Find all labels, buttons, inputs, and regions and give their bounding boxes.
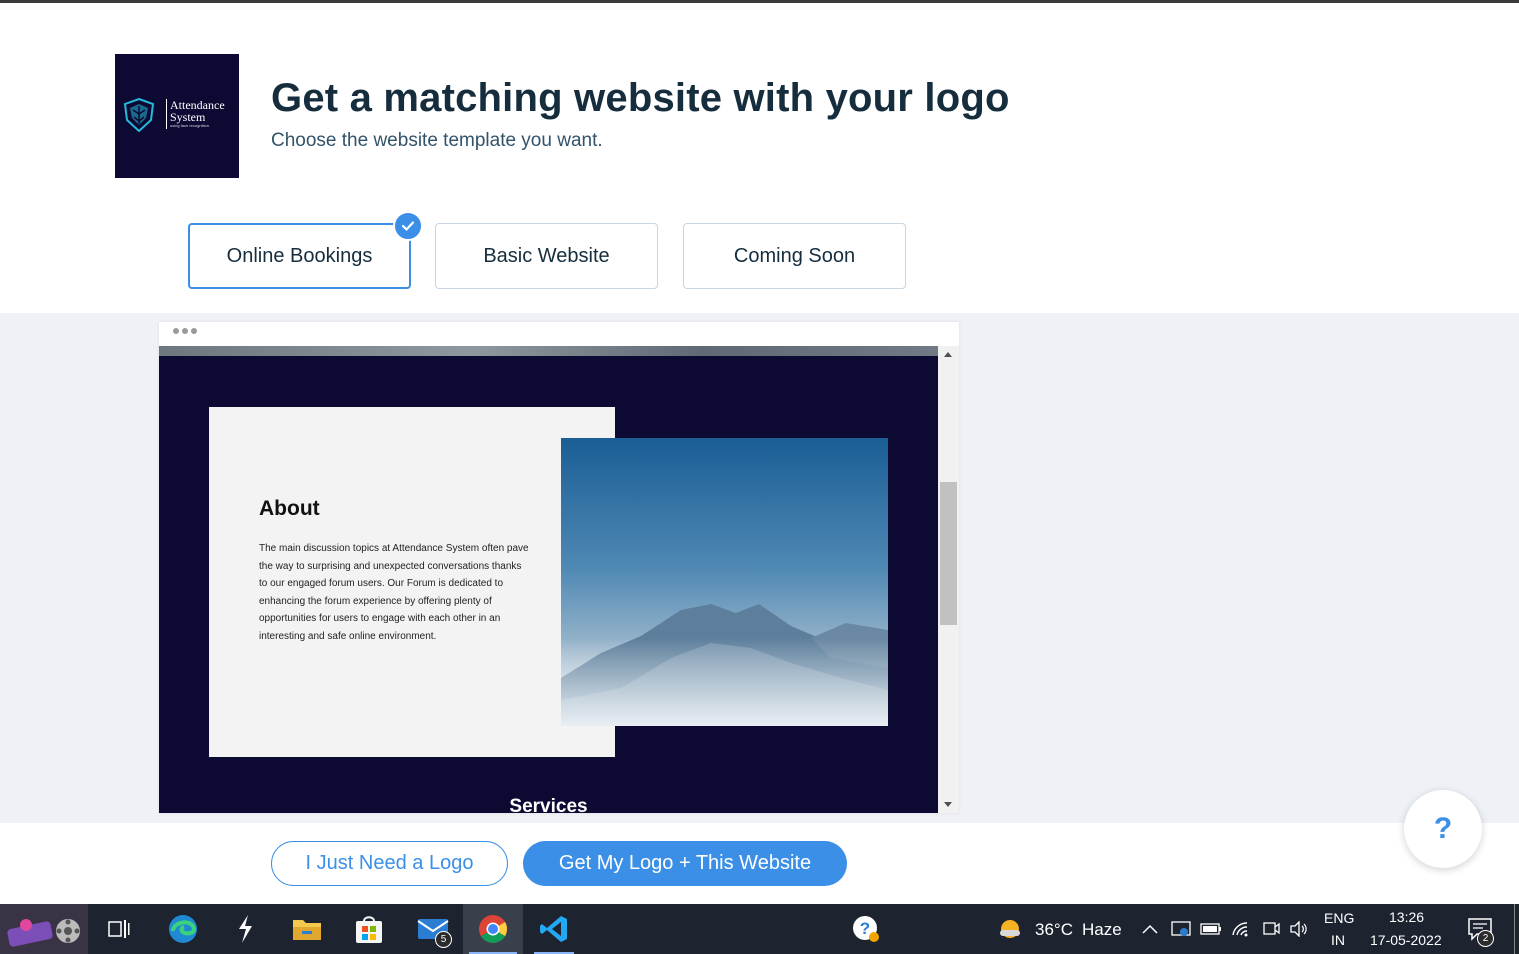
store-icon[interactable]	[346, 904, 392, 954]
scroll-down-icon[interactable]	[944, 802, 952, 807]
preview-scrollbar[interactable]	[938, 346, 959, 813]
services-heading: Services	[509, 796, 588, 813]
show-desktop-divider[interactable]	[1514, 904, 1515, 954]
about-card: About The main discussion topics at Atte…	[209, 407, 615, 757]
chevron-up-icon[interactable]	[1138, 904, 1162, 954]
meet-now-icon[interactable]	[1258, 904, 1284, 954]
website-preview[interactable]: About The main discussion topics at Atte…	[159, 346, 938, 813]
app-icon[interactable]	[222, 904, 268, 954]
logo-and-website-button[interactable]: Get My Logo + This Website	[523, 841, 847, 886]
tab-label: Basic Website	[483, 244, 610, 267]
browser-preview-frame: About The main discussion topics at Atte…	[159, 322, 959, 813]
vscode-icon[interactable]	[528, 904, 580, 954]
weather-condition[interactable]: Haze	[1082, 920, 1122, 940]
page-subtitle: Choose the website template you want.	[271, 130, 603, 151]
svg-text:?: ?	[860, 919, 870, 938]
logo-wordmark: Attendance System using face recognition	[166, 99, 225, 129]
wifi-icon[interactable]	[1228, 904, 1254, 954]
notification-count: 2	[1477, 930, 1494, 947]
windows-taskbar: 5 ? 36°C Haze ENG IN 13:26 17-05-2022 2	[0, 904, 1519, 954]
mail-icon[interactable]: 5	[408, 904, 458, 954]
top-border	[0, 0, 1519, 3]
logo-tagline: using face recognition	[170, 123, 209, 128]
page-title: Get a matching website with your logo	[271, 76, 1010, 120]
tab-coming-soon[interactable]: Coming Soon	[683, 223, 906, 289]
hero-image-strip	[159, 346, 938, 356]
mail-badge: 5	[435, 931, 452, 948]
battery-icon[interactable]	[1198, 904, 1224, 954]
clock-time[interactable]: 13:26	[1389, 909, 1424, 925]
logo-name-line2: System	[170, 110, 206, 124]
about-title: About	[259, 497, 320, 520]
tab-online-bookings[interactable]: Online Bookings	[188, 211, 423, 289]
weather-icon[interactable]	[994, 904, 1026, 954]
help-button[interactable]: ?	[1404, 790, 1482, 868]
language-line2[interactable]: IN	[1331, 932, 1345, 948]
task-view-icon[interactable]	[96, 904, 142, 954]
tab-label: Online Bookings	[226, 244, 373, 267]
window-dots-icon	[173, 328, 197, 334]
weather-temperature[interactable]: 36°C	[1035, 920, 1073, 940]
about-text: The main discussion topics at Attendance…	[259, 543, 529, 642]
notification-icon[interactable]: 2	[1460, 904, 1500, 954]
tab-label: Coming Soon	[733, 244, 856, 267]
clock-date[interactable]: 17-05-2022	[1370, 932, 1442, 948]
template-preview-area: About The main discussion topics at Atte…	[0, 313, 1519, 823]
scroll-up-icon[interactable]	[944, 352, 952, 357]
just-logo-button[interactable]: I Just Need a Logo	[271, 841, 508, 886]
edge-icon[interactable]	[160, 904, 206, 954]
scroll-thumb[interactable]	[940, 482, 957, 625]
game-launcher-icon[interactable]	[0, 904, 88, 954]
chrome-icon[interactable]	[463, 904, 523, 954]
mountain-image	[561, 438, 888, 726]
help-app-icon[interactable]: ?	[846, 904, 886, 954]
checkmark-icon	[393, 211, 423, 241]
file-explorer-icon[interactable]	[284, 904, 330, 954]
lion-shield-icon	[123, 98, 155, 132]
screen-capture-icon[interactable]	[1168, 904, 1194, 954]
language-line1[interactable]: ENG	[1324, 910, 1354, 926]
tab-basic-website[interactable]: Basic Website	[435, 223, 658, 289]
volume-icon[interactable]	[1286, 904, 1312, 954]
logo-preview: Attendance System using face recognition	[115, 54, 239, 178]
